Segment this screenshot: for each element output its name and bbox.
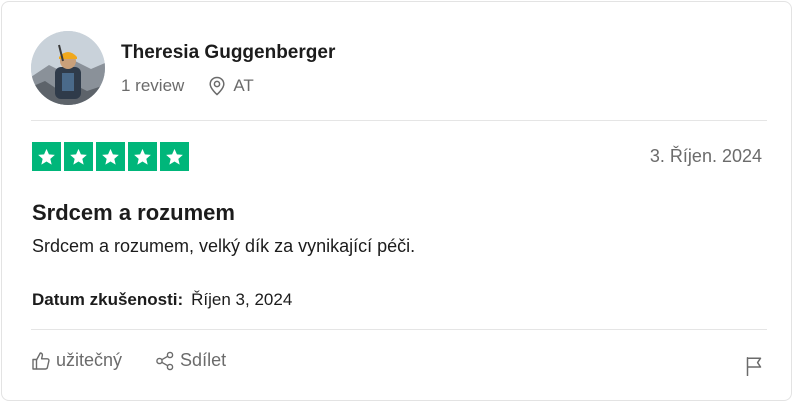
review-body: Srdcem a rozumem, velký dík za vynikajíc…	[32, 236, 416, 256]
review-date: 3. Říjen. 2024	[649, 146, 762, 166]
reviewer-name[interactable]: Theresia Guggenberger	[121, 42, 335, 64]
location-pin-icon	[208, 76, 226, 96]
review-count: 1 review	[121, 76, 185, 95]
report-flag-button[interactable]	[745, 356, 763, 377]
experience-date-label: Datum zkušenosti:	[32, 290, 184, 309]
share-icon	[155, 351, 175, 371]
share-label: Sdílet	[180, 350, 227, 370]
divider	[31, 120, 767, 121]
divider	[31, 329, 767, 330]
share-button[interactable]: Sdílet	[155, 350, 226, 371]
reviewer-country: AT	[233, 76, 254, 95]
review-actions: užitečný Sdílet	[31, 350, 226, 371]
star-icon	[32, 142, 61, 171]
star-icon	[128, 142, 157, 171]
review-title[interactable]: Srdcem a rozumem	[32, 200, 235, 226]
reviewer-meta: 1 review AT	[121, 75, 254, 97]
star-icon	[160, 142, 189, 171]
experience-date-value: Říjen 3, 2024	[191, 290, 293, 309]
review-card: Theresia Guggenberger 1 review AT 3. Říj…	[1, 1, 792, 401]
useful-label: užitečný	[56, 350, 123, 370]
experience-date-row: Datum zkušenosti: Říjen 3, 2024	[32, 290, 292, 310]
star-icon	[96, 142, 125, 171]
avatar[interactable]	[31, 31, 105, 105]
thumbs-up-icon	[31, 351, 51, 371]
useful-button[interactable]: užitečný	[31, 350, 122, 371]
star-rating	[32, 142, 189, 171]
star-icon	[64, 142, 93, 171]
flag-icon	[745, 357, 763, 380]
